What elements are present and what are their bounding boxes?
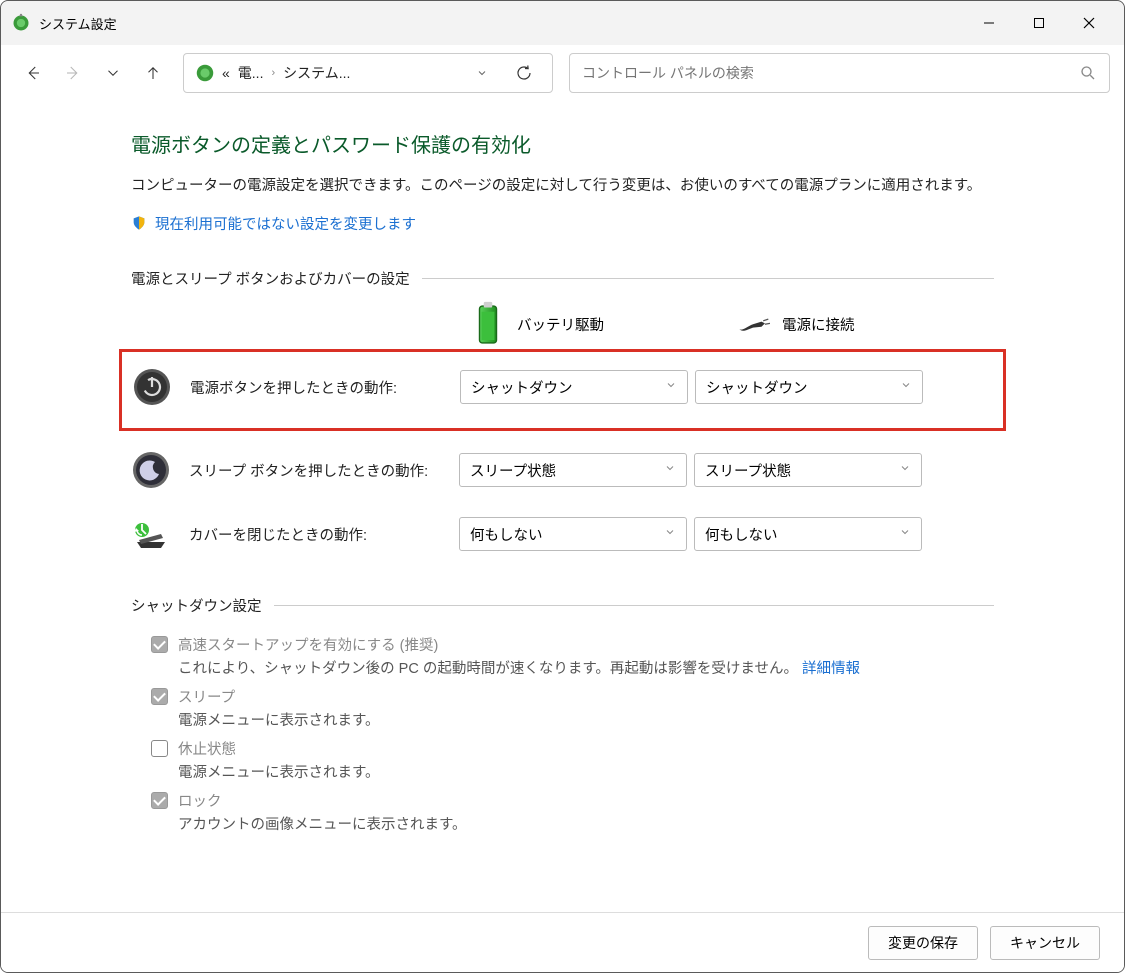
refresh-button[interactable] xyxy=(506,64,542,82)
plug-icon xyxy=(736,307,770,341)
maximize-button[interactable] xyxy=(1014,7,1064,40)
select-value: シャットダウン xyxy=(471,377,573,398)
sleep-button-plugged-select[interactable]: スリープ状態 xyxy=(694,453,922,487)
minimize-button[interactable] xyxy=(964,7,1014,40)
checkbox-lock[interactable] xyxy=(151,792,168,809)
chevron-down-icon xyxy=(900,379,912,395)
back-button[interactable] xyxy=(15,55,51,91)
row-lid-close-label: カバーを閉じたときの動作: xyxy=(189,524,459,545)
checkbox-desc: これにより、シャットダウン後の PC の起動時間が速くなります。再起動は影響を受… xyxy=(178,661,798,677)
breadcrumb-dropdown[interactable] xyxy=(464,67,500,79)
column-battery: バッテリ駆動 xyxy=(471,307,706,341)
checkbox-desc: アカウントの画像メニューに表示されます。 xyxy=(178,813,994,834)
section-title: 電源とスリープ ボタンおよびカバーの設定 xyxy=(131,268,994,289)
lid-close-icon xyxy=(131,514,171,554)
sleep-button-icon xyxy=(131,450,171,490)
app-icon xyxy=(11,13,31,33)
lid-close-battery-select[interactable]: 何もしない xyxy=(459,517,687,551)
select-value: 何もしない xyxy=(705,524,778,545)
page-description: コンピューターの電源設定を選択できます。このページの設定に対して行う変更は、お使… xyxy=(131,174,994,199)
column-plugged: 電源に接続 xyxy=(736,307,971,341)
location-icon xyxy=(194,62,216,84)
chevron-down-icon xyxy=(899,526,911,542)
search-input[interactable] xyxy=(582,65,1079,81)
lid-close-plugged-select[interactable]: 何もしない xyxy=(694,517,922,551)
select-value: 何もしない xyxy=(470,524,543,545)
checkbox-label: 高速スタートアップを有効にする (推奨) xyxy=(178,634,994,655)
unlock-link-text: 現在利用可能ではない設定を変更します xyxy=(155,213,416,234)
shield-icon xyxy=(131,215,147,231)
cancel-button[interactable]: キャンセル xyxy=(990,926,1100,960)
checkbox-label: ロック xyxy=(178,790,994,811)
recent-button[interactable] xyxy=(95,55,131,91)
chevron-right-icon: › xyxy=(271,67,275,79)
section-power-buttons: 電源とスリープ ボタンおよびカバーの設定 バッテリ駆動 電源に接続 xyxy=(131,268,994,563)
column-plugged-label: 電源に接続 xyxy=(782,314,855,335)
toolbar: « 電... › システム... xyxy=(1,45,1124,101)
battery-icon xyxy=(471,307,505,341)
up-button[interactable] xyxy=(135,55,171,91)
section-title: シャットダウン設定 xyxy=(131,595,994,616)
row-sleep-button-label: スリープ ボタンを押したときの動作: xyxy=(189,460,459,481)
power-button-battery-select[interactable]: シャットダウン xyxy=(460,370,688,404)
chevron-down-icon xyxy=(899,462,911,478)
checkbox-sleep[interactable] xyxy=(151,688,168,705)
chevron-down-icon xyxy=(665,379,677,395)
chevron-down-icon xyxy=(664,526,676,542)
checkbox-label: スリープ xyxy=(178,686,994,707)
column-battery-label: バッテリ駆動 xyxy=(517,314,604,335)
section-shutdown: シャットダウン設定 高速スタートアップを有効にする (推奨) これにより、シャッ… xyxy=(131,595,994,834)
unlock-settings-link[interactable]: 現在利用可能ではない設定を変更します xyxy=(131,213,416,234)
save-button[interactable]: 変更の保存 xyxy=(868,926,978,960)
search-box[interactable] xyxy=(569,53,1110,93)
titlebar: システム設定 xyxy=(1,1,1124,45)
address-bar[interactable]: « 電... › システム... xyxy=(183,53,553,93)
footer: 変更の保存 キャンセル xyxy=(1,912,1124,972)
search-icon[interactable] xyxy=(1079,64,1097,82)
checkbox-hibernate[interactable] xyxy=(151,740,168,757)
select-value: スリープ状態 xyxy=(705,460,791,481)
chevron-down-icon xyxy=(664,462,676,478)
select-value: スリープ状態 xyxy=(470,460,556,481)
row-power-button-label: 電源ボタンを押したときの動作: xyxy=(190,377,460,398)
highlighted-row: 電源ボタンを押したときの動作: シャットダウン シャットダウン xyxy=(119,349,1006,431)
breadcrumb-part1[interactable]: 電... xyxy=(238,63,264,83)
content: 電源ボタンの定義とパスワード保護の有効化 コンピューターの電源設定を選択できます… xyxy=(1,101,1124,912)
checkbox-label: 休止状態 xyxy=(178,738,994,759)
checkbox-desc: 電源メニューに表示されます。 xyxy=(178,709,994,730)
forward-button[interactable] xyxy=(55,55,91,91)
window-title: システム設定 xyxy=(39,14,964,33)
power-button-icon xyxy=(132,367,172,407)
details-link[interactable]: 詳細情報 xyxy=(802,661,860,677)
breadcrumb-prefix: « xyxy=(222,65,230,81)
checkbox-desc: 電源メニューに表示されます。 xyxy=(178,761,994,782)
power-button-plugged-select[interactable]: シャットダウン xyxy=(695,370,923,404)
sleep-button-battery-select[interactable]: スリープ状態 xyxy=(459,453,687,487)
checkbox-fast-startup[interactable] xyxy=(151,636,168,653)
breadcrumb-part2[interactable]: システム... xyxy=(283,63,350,83)
select-value: シャットダウン xyxy=(706,377,808,398)
close-button[interactable] xyxy=(1064,7,1114,40)
page-title: 電源ボタンの定義とパスワード保護の有効化 xyxy=(131,129,994,158)
